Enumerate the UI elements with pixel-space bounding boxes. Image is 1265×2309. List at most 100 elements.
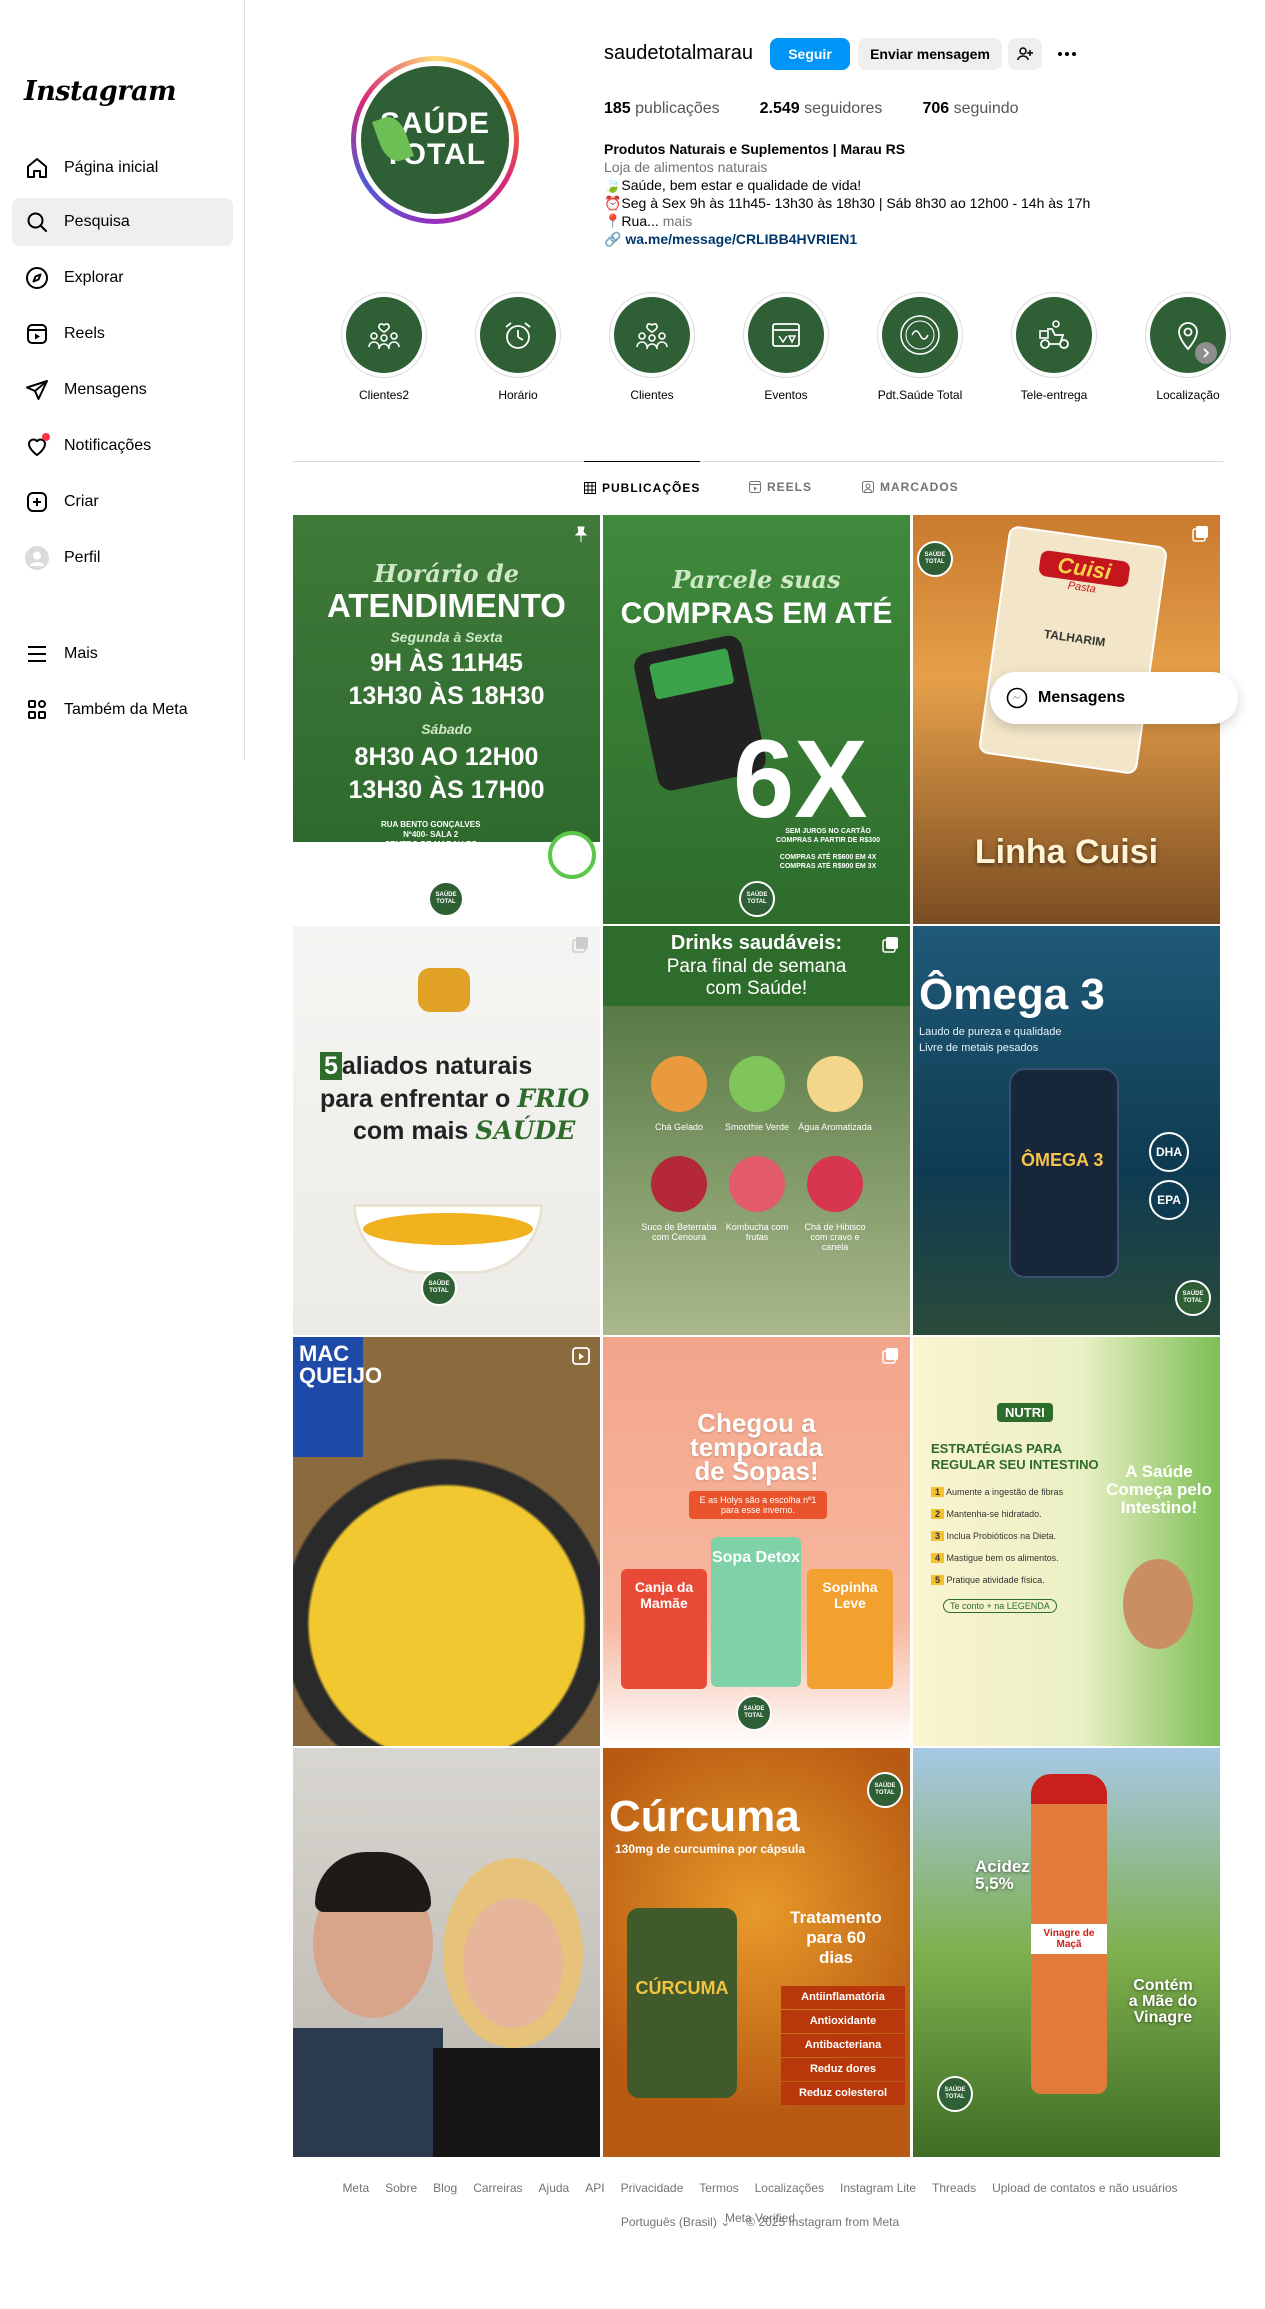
heart-icon — [24, 433, 50, 459]
brand-mini-logo: SAÚDE TOTAL — [937, 2076, 973, 2112]
drink-label: Chá Gelado — [654, 1122, 704, 1132]
tagged-icon — [862, 481, 874, 493]
post-parcele-compras[interactable]: Parcele suas COMPRAS EM ATÉ 6X SEM JUROS… — [603, 515, 910, 924]
hair-left — [315, 1852, 431, 1912]
footer-link[interactable]: Sobre — [385, 2181, 417, 2195]
soup-package: Sopinha Leve — [807, 1569, 893, 1689]
highlight-horario[interactable]: Horário — [473, 292, 563, 402]
honey-bowl — [353, 1204, 543, 1274]
compass-icon — [24, 265, 50, 291]
post-text: Horário de — [373, 559, 520, 588]
post-horario-atendimento[interactable]: Horário de ATENDIMENTO Segunda à Sexta 9… — [293, 515, 600, 924]
carousel-icon — [572, 937, 588, 953]
home-icon — [24, 155, 50, 181]
footer-link[interactable]: API — [585, 2181, 604, 2195]
sidebar-item-also-from-meta[interactable]: Também da Meta — [12, 686, 233, 734]
more-options-icon[interactable] — [1054, 44, 1080, 64]
location-pin-icon — [1150, 297, 1226, 373]
footer-link[interactable]: Instagram Lite — [840, 2181, 916, 2195]
tab-publicacoes[interactable]: PUBLICAÇÕES — [584, 461, 701, 513]
bio-more-link[interactable]: mais — [663, 213, 693, 229]
post-mac-queijo[interactable]: MAC QUEIJO — [293, 1337, 600, 1746]
footer-link[interactable]: Termos — [699, 2181, 738, 2195]
menu-icon — [24, 641, 50, 667]
post-text: Para final de semana — [666, 956, 847, 977]
post-temporada-sopas[interactable]: Chegou a temporada de Sopas! E as Holys … — [603, 1337, 910, 1746]
sidebar-item-explore[interactable]: Explorar — [12, 254, 233, 302]
highlight-label: Pdt.Saúde Total — [877, 388, 963, 402]
strategy-list: 1 Aumente a ingestão de fibras 2 Mantenh… — [931, 1481, 1091, 1591]
calendar-party-icon — [748, 297, 824, 373]
post-text: Laudo de pureza e qualidade — [919, 1026, 1062, 1038]
language-selector[interactable]: Português (Brasil) ⌄ — [621, 2215, 730, 2229]
sidebar-item-profile[interactable]: Perfil — [12, 534, 233, 582]
following-stat[interactable]: 706 seguindo — [922, 100, 1018, 118]
footer-link[interactable]: Blog — [433, 2181, 457, 2195]
profile-avatar[interactable]: SAÚDE TOTAL — [351, 56, 519, 224]
post-text: com Saúde! — [705, 978, 808, 999]
sidebar-item-reels[interactable]: Reels — [12, 310, 233, 358]
post-drinks-saudaveis[interactable]: Drinks saudáveis: Para final de semana c… — [603, 926, 910, 1335]
face-right — [463, 1898, 563, 2028]
profile-display-name: Produtos Naturais e Suplementos | Marau … — [604, 141, 906, 157]
highlight-eventos[interactable]: Eventos — [741, 292, 831, 402]
people-heart-icon — [346, 297, 422, 373]
tab-reels[interactable]: REELS — [749, 461, 812, 513]
post-title: Cúrcuma — [609, 1792, 800, 1841]
highlight-localizacao[interactable]: Localização — [1143, 292, 1233, 402]
highlight-label: Eventos — [764, 388, 808, 402]
highlight-label: Tele-entrega — [1020, 388, 1088, 402]
sidebar-item-more[interactable]: Mais — [12, 630, 233, 678]
footer-link[interactable]: Localizações — [755, 2181, 824, 2195]
drink-label: Kombucha com frutas — [725, 1222, 789, 1242]
brand-mini-logo: SAÚDE TOTAL — [739, 881, 775, 917]
footer-link[interactable]: Threads — [932, 2181, 976, 2195]
sidebar-item-search[interactable]: Pesquisa — [12, 198, 233, 246]
followers-stat[interactable]: 2.549 seguidores — [760, 100, 883, 118]
sidebar-item-label: Reels — [64, 325, 105, 342]
highlight-clientes2[interactable]: Clientes2 — [339, 292, 429, 402]
pasta-package: Cuisi Pasta TALHARIM — [977, 524, 1169, 776]
post-selfie[interactable] — [293, 1748, 600, 2157]
instagram-logo[interactable]: Instagram — [24, 76, 177, 107]
floating-messages-button[interactable]: Mensagens — [990, 672, 1238, 724]
post-text: Tratamento para 60 dias — [790, 1908, 882, 1967]
sidebar-item-home[interactable]: Página inicial — [12, 144, 233, 192]
sidebar-item-notifications[interactable]: Notificações — [12, 422, 233, 470]
drink-label: Chá de Hibisco com cravo e canela — [804, 1222, 866, 1252]
honey-dipper — [418, 968, 470, 1012]
post-vinagre-maca[interactable]: Acidez 5,5% Vinagre de Maçã Contém a Mãe d… — [913, 1748, 1220, 2157]
footer-link[interactable]: Upload de contatos e não usuários — [992, 2181, 1177, 2195]
bio-link[interactable]: wa.me/message/CRLIBB4HVRIEN1 — [625, 231, 857, 247]
post-aliados-naturais[interactable]: 5 aliados naturais para enfrentar o FRIO … — [293, 926, 600, 1335]
bio-link-row[interactable]: 🔗 wa.me/message/CRLIBB4HVRIEN1 — [604, 230, 1204, 248]
send-icon — [24, 377, 50, 403]
post-headline: 5 aliados naturais — [320, 1052, 532, 1081]
sidebar-item-messages[interactable]: Mensagens — [12, 366, 233, 414]
brand-mini-logo: SAÚDE TOTAL — [917, 541, 953, 577]
suggested-users-button[interactable] — [1008, 38, 1042, 70]
sidebar-item-label: Pesquisa — [64, 213, 130, 230]
footer-link[interactable]: Ajuda — [539, 2181, 570, 2195]
highlight-clientes[interactable]: Clientes — [607, 292, 697, 402]
follow-button[interactable]: Seguir — [770, 38, 850, 70]
post-curcuma[interactable]: SAÚDE TOTAL Cúrcuma 130mg de curcumina p… — [603, 1748, 910, 2157]
post-intestino[interactable]: NUTRI ESTRATÉGIAS PARA REGULAR SEU INTES… — [913, 1337, 1220, 1746]
profile-username: saudetotalmarau — [604, 42, 753, 64]
send-message-button[interactable]: Enviar mensagem — [858, 38, 1002, 70]
footer-link[interactable]: Carreiras — [473, 2181, 522, 2195]
highlights-next-button[interactable] — [1195, 342, 1217, 364]
drink-label: Água Aromatizada — [798, 1122, 872, 1132]
post-omega-3[interactable]: Ômega 3 Laudo de pureza e qualidade Livr… — [913, 926, 1220, 1335]
grid-icon — [584, 481, 596, 494]
tab-marcados[interactable]: MARCADOS — [862, 461, 959, 513]
highlight-tele-entrega[interactable]: Tele-entrega — [1009, 292, 1099, 402]
legend-pill: Te conto + na LEGENDA — [943, 1599, 1057, 1613]
post-text: 8H30 AO 12H00 — [354, 743, 539, 771]
footer-link[interactable]: Meta — [342, 2181, 369, 2195]
footer-link[interactable]: Privacidade — [621, 2181, 684, 2195]
highlight-pdt-saude-total[interactable]: Pdt.Saúde Total — [875, 292, 965, 402]
notification-dot — [42, 433, 50, 441]
brand-logo-icon — [882, 297, 958, 373]
sidebar-item-create[interactable]: Criar — [12, 478, 233, 526]
